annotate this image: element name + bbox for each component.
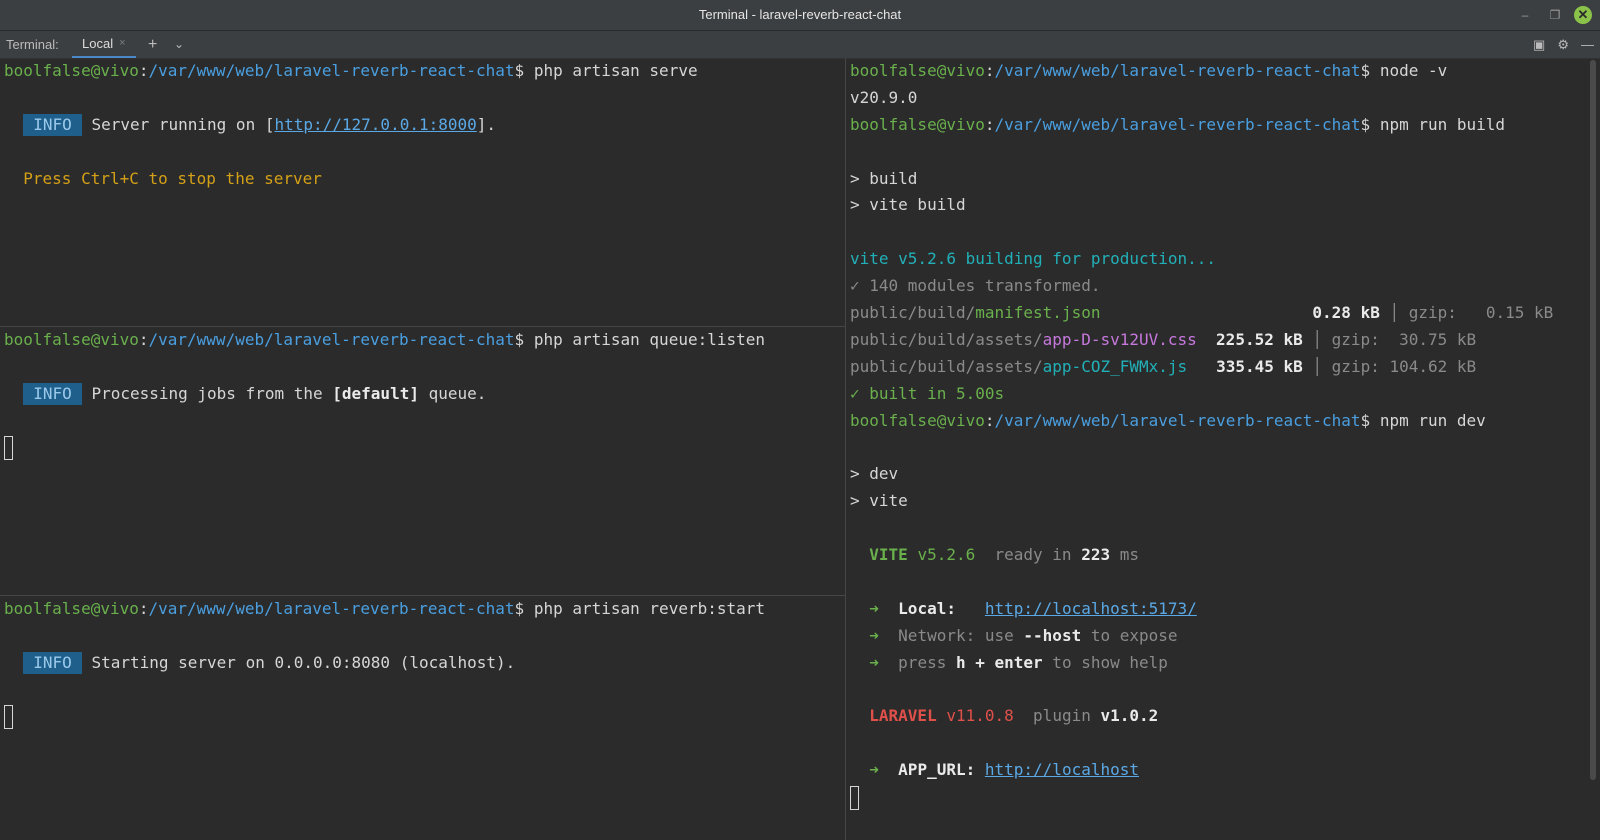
file-row: public/build/manifest.json 0.28 kB │ gzi… bbox=[850, 303, 1554, 323]
chevron-down-icon[interactable]: ⌄ bbox=[174, 31, 184, 58]
file-row: public/build/assets/app-D-sv12UV.css 225… bbox=[850, 329, 1477, 349]
vite-ready-line: VITE v5.2.6 ready in 223 ms bbox=[869, 545, 1140, 565]
tab-local-label: Local bbox=[82, 36, 114, 51]
prompt-line: boolfalse@vivo:/var/www/web/laravel-reve… bbox=[850, 410, 1486, 430]
terminal-pane-reverb[interactable]: boolfalse@vivo:/var/www/web/laravel-reve… bbox=[0, 596, 845, 840]
scrollbar[interactable] bbox=[1590, 60, 1596, 780]
info-line: INFO Processing jobs from the [default] … bbox=[0, 381, 845, 408]
file-row: public/build/assets/app-COZ_FWMx.js 335.… bbox=[850, 356, 1477, 376]
new-tab-button[interactable]: + bbox=[148, 31, 157, 58]
server-url-link[interactable]: http://127.0.0.1:8000 bbox=[274, 115, 476, 134]
arrow-icon: ➜ bbox=[869, 760, 879, 780]
appurl-line: ➜ APP_URL: http://localhost bbox=[869, 760, 1139, 780]
terminal-toolbar: Terminal: Local × + ⌄ ▣ ⚙ — bbox=[0, 31, 1600, 59]
prompt-line: boolfalse@vivo:/var/www/web/laravel-reve… bbox=[850, 114, 1506, 134]
network-line: ➜ Network: use --host to expose bbox=[869, 625, 1178, 645]
tab-close-icon[interactable]: × bbox=[119, 30, 125, 57]
output-line: > vite build bbox=[850, 195, 966, 215]
laravel-line: LARAVEL v11.0.8 plugin v1.0.2 bbox=[869, 706, 1159, 726]
gear-icon[interactable]: ⚙ bbox=[1557, 37, 1569, 53]
hide-icon[interactable]: — bbox=[1581, 37, 1594, 52]
maximize-icon[interactable]: ❐ bbox=[1544, 4, 1566, 26]
terminal-label: Terminal: bbox=[6, 37, 59, 52]
local-line: ➜ Local: http://localhost:5173/ bbox=[869, 598, 1197, 618]
terminal-cursor bbox=[850, 785, 859, 810]
info-badge: INFO bbox=[23, 651, 82, 674]
arrow-icon: ➜ bbox=[869, 598, 879, 618]
info-line: INFO Starting server on 0.0.0.0:8080 (lo… bbox=[0, 650, 845, 677]
local-url-link[interactable]: http://localhost:5173/ bbox=[985, 599, 1197, 618]
help-line: ➜ press h + enter to show help bbox=[869, 652, 1168, 672]
output-line: v20.9.0 bbox=[850, 87, 918, 107]
output-line: > dev bbox=[850, 464, 899, 484]
minimize-icon[interactable]: – bbox=[1514, 4, 1536, 26]
tab-local[interactable]: Local × bbox=[72, 31, 136, 58]
window-titlebar: Terminal - laravel-reverb-react-chat – ❐… bbox=[0, 0, 1600, 31]
output-line: > vite bbox=[850, 491, 908, 511]
window-title: Terminal - laravel-reverb-react-chat bbox=[698, 7, 902, 22]
prompt-line: boolfalse@vivo:/var/www/web/laravel-reve… bbox=[850, 61, 1448, 80]
arrow-icon: ➜ bbox=[869, 652, 879, 672]
output-line: ✓ 140 modules transformed. bbox=[850, 276, 1101, 296]
info-badge: INFO bbox=[23, 113, 82, 136]
arrow-icon: ➜ bbox=[869, 625, 879, 645]
terminal-pane-queue[interactable]: boolfalse@vivo:/var/www/web/laravel-reve… bbox=[0, 327, 845, 595]
terminal-pane-npm[interactable]: boolfalse@vivo:/var/www/web/laravel-reve… bbox=[846, 58, 1600, 840]
app-url-link[interactable]: http://localhost bbox=[985, 760, 1139, 779]
hint-line: Press Ctrl+C to stop the server bbox=[23, 168, 322, 188]
terminal-pane-serve[interactable]: boolfalse@vivo:/var/www/web/laravel-reve… bbox=[0, 58, 845, 326]
output-line: > build bbox=[850, 168, 918, 188]
output-line: ✓ built in 5.00s bbox=[850, 383, 1005, 403]
left-terminal-column: boolfalse@vivo:/var/www/web/laravel-reve… bbox=[0, 58, 845, 840]
info-badge: INFO bbox=[23, 382, 82, 405]
info-line: INFO Server running on [http://127.0.0.1… bbox=[0, 112, 845, 139]
layout-icon[interactable]: ▣ bbox=[1533, 37, 1545, 53]
output-line: vite v5.2.6 building for production... bbox=[850, 249, 1217, 269]
prompt-line: boolfalse@vivo:/var/www/web/laravel-reve… bbox=[4, 61, 698, 80]
terminal-cursor bbox=[4, 705, 13, 730]
close-icon[interactable]: ✕ bbox=[1574, 6, 1592, 24]
prompt-line: boolfalse@vivo:/var/www/web/laravel-reve… bbox=[4, 330, 766, 349]
terminal-cursor bbox=[4, 436, 13, 461]
prompt-line: boolfalse@vivo:/var/www/web/laravel-reve… bbox=[4, 599, 766, 618]
